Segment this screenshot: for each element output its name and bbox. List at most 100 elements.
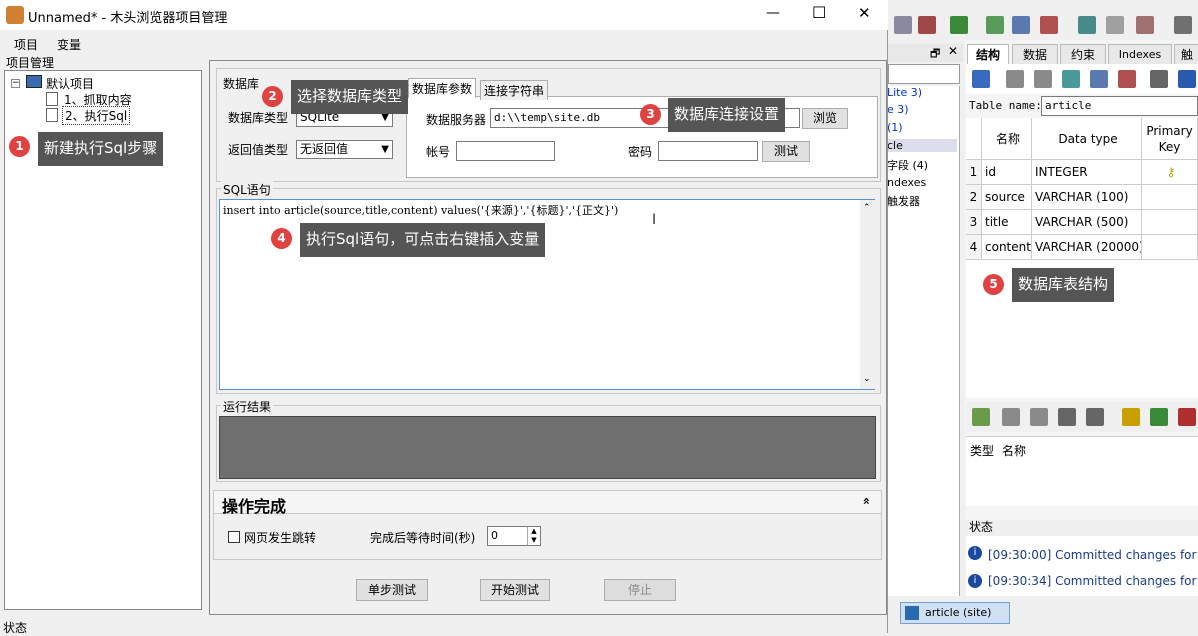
tree-item-sql[interactable]: 2、执行Sql: [62, 106, 131, 125]
return-type-label: 返回值类型: [228, 143, 289, 157]
db-remove-icon[interactable]: [918, 16, 936, 34]
grid-header-pk[interactable]: Primary Key: [1142, 118, 1198, 160]
tree-root[interactable]: 默认项目: [46, 75, 94, 92]
tab-connection-string[interactable]: 连接字符串: [480, 80, 549, 100]
close-icon[interactable]: ✕: [858, 4, 871, 22]
bg-tree-item[interactable]: Lite 3): [887, 86, 922, 99]
key-icon[interactable]: [1122, 408, 1140, 426]
minimize-icon[interactable]: —: [766, 5, 780, 21]
bg-tree-filter[interactable]: [888, 64, 960, 84]
index-delete-icon[interactable]: [1030, 408, 1048, 426]
tab-indexes[interactable]: Indexes: [1108, 44, 1172, 64]
pk-cell[interactable]: [1142, 210, 1198, 235]
taskbar-label: article (site): [925, 606, 992, 619]
bg-tree-item[interactable]: e 3): [887, 103, 909, 116]
sql-group-label: SQL语句: [221, 181, 273, 198]
table-name-input[interactable]: article: [1041, 96, 1198, 116]
tab-db-params[interactable]: 数据库参数: [408, 78, 477, 98]
db-type-label: 数据库类型: [228, 111, 289, 125]
refresh-icon[interactable]: [972, 70, 990, 88]
index-add-icon[interactable]: [972, 408, 990, 426]
scroll-down-icon[interactable]: ⌄: [863, 374, 871, 384]
table-edit-icon[interactable]: [1012, 16, 1030, 34]
return-type-select[interactable]: 无返回值 ▼: [296, 140, 393, 159]
start-test-button[interactable]: 开始测试: [480, 579, 550, 601]
foreign-key-icon[interactable]: [1150, 408, 1168, 426]
column-add-icon[interactable]: [1062, 70, 1080, 88]
bg-toolbar: [892, 14, 1198, 40]
stop-button[interactable]: 停止: [604, 579, 676, 601]
bg-tree-item[interactable]: 触发器: [887, 193, 920, 209]
step-test-button[interactable]: 单步测试: [356, 579, 428, 601]
constraint-icon[interactable]: [1178, 408, 1196, 426]
collapse-toggle[interactable]: −: [11, 79, 20, 88]
close-icon[interactable]: ✕: [948, 44, 958, 58]
index-edit-icon[interactable]: [1002, 408, 1020, 426]
commit-icon[interactable]: [1006, 70, 1024, 88]
grid-header-type[interactable]: Data type: [1032, 118, 1142, 160]
tab-triggers[interactable]: 触: [1174, 44, 1198, 64]
redirect-checkbox[interactable]: [228, 531, 240, 543]
table-icon: [905, 606, 919, 620]
callout-label: 数据库连接设置: [668, 98, 786, 132]
column-type-cell[interactable]: INTEGER: [1032, 160, 1142, 185]
menu-project[interactable]: 项目: [14, 36, 38, 53]
bg-index-list: 类型 名称: [966, 436, 1198, 506]
move-down-icon[interactable]: [1178, 70, 1196, 88]
table-delete-icon[interactable]: [1040, 16, 1058, 34]
bg-tree-item[interactable]: 字段 (4): [887, 157, 928, 173]
sql-scrollbar[interactable]: ⌃ ⌄: [860, 200, 875, 389]
log-entry: [09:30:34] Committed changes for t: [988, 574, 1198, 588]
scroll-up-icon[interactable]: ⌃: [863, 203, 871, 213]
move-up-icon[interactable]: [1150, 70, 1168, 88]
link-add-icon[interactable]: [1078, 16, 1096, 34]
wait-time-stepper[interactable]: 0 ▲ ▼: [487, 526, 541, 546]
status-bar: 状态: [3, 621, 28, 635]
done-header[interactable]: 操作完成 »: [213, 490, 882, 516]
document-icon: [46, 108, 58, 122]
column-edit-icon[interactable]: [1090, 70, 1108, 88]
test-connection-button[interactable]: 测试: [762, 141, 810, 162]
collapse-icon[interactable]: »: [859, 497, 873, 505]
tab-constraints[interactable]: 约束: [1060, 44, 1106, 64]
account-input[interactable]: [456, 141, 555, 161]
move-up-icon[interactable]: [1058, 408, 1076, 426]
column-type-cell[interactable]: VARCHAR (100): [1032, 185, 1142, 210]
tab-data[interactable]: 数据: [1012, 44, 1058, 64]
pk-cell[interactable]: [1142, 235, 1198, 260]
password-input[interactable]: [658, 141, 758, 161]
table-add-icon[interactable]: [986, 16, 1004, 34]
menu-variables[interactable]: 变量: [57, 36, 81, 53]
sql-text: insert into article(source,title,content…: [223, 204, 619, 217]
increment-icon[interactable]: ▲: [527, 527, 540, 536]
link-icon[interactable]: [1106, 16, 1124, 34]
column-name-cell[interactable]: source: [982, 185, 1032, 210]
callout-badge: 3: [640, 104, 661, 125]
bg-tree-item[interactable]: ndexes: [887, 176, 926, 189]
export-icon[interactable]: [950, 16, 968, 34]
move-down-icon[interactable]: [1086, 408, 1104, 426]
table-name-label: Table name:: [969, 99, 1042, 112]
grid-header-name[interactable]: 名称: [982, 118, 1032, 160]
column-name-cell[interactable]: id: [982, 160, 1032, 185]
restore-icon[interactable]: 🗗: [930, 45, 940, 64]
rollback-icon[interactable]: [1034, 70, 1052, 88]
log-entry: [09:30:00] Committed changes for t: [988, 548, 1198, 562]
db-icon[interactable]: [894, 16, 912, 34]
decrement-icon[interactable]: ▼: [527, 536, 540, 545]
taskbar-item[interactable]: article (site): [900, 602, 1010, 624]
column-delete-icon[interactable]: [1118, 70, 1136, 88]
column-type-cell[interactable]: VARCHAR (500): [1032, 210, 1142, 235]
browse-button[interactable]: 浏览: [802, 108, 848, 129]
column-name-cell[interactable]: content: [982, 235, 1032, 260]
bg-tree-item-selected[interactable]: cle: [887, 139, 957, 152]
bg-tree-item[interactable]: (1): [887, 121, 903, 134]
column-type-cell[interactable]: VARCHAR (20000): [1032, 235, 1142, 260]
maximize-icon[interactable]: ☐: [812, 3, 826, 22]
callout-label: 数据库表结构: [1012, 268, 1115, 302]
tab-structure[interactable]: 结构: [967, 44, 1009, 64]
gear-icon[interactable]: [1174, 16, 1192, 34]
link-delete-icon[interactable]: [1136, 16, 1154, 34]
column-name-cell[interactable]: title: [982, 210, 1032, 235]
pk-cell[interactable]: [1142, 185, 1198, 210]
